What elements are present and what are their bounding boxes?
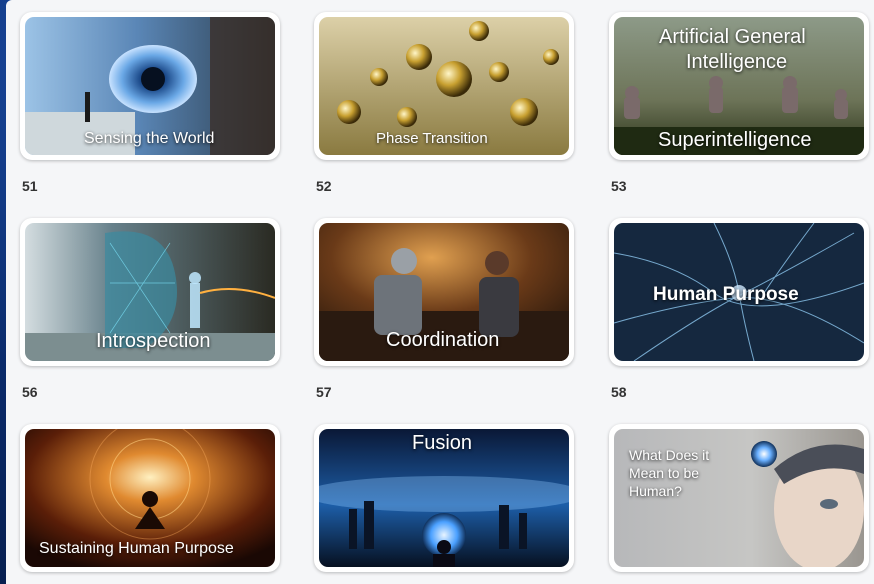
tile-caption: Human Purpose bbox=[653, 284, 799, 305]
tile-caption-top: Artificial General bbox=[659, 26, 806, 48]
tile-what-does-it-mean[interactable]: What Does it Mean to be Human? bbox=[609, 424, 869, 572]
tile-number: 53 bbox=[611, 178, 627, 194]
tile-caption: Introspection bbox=[96, 330, 211, 352]
tile-number: 58 bbox=[611, 384, 627, 400]
tile-53[interactable]: Artificial General Intelligence Superint… bbox=[609, 12, 869, 160]
tile-57[interactable]: Coordination bbox=[314, 218, 574, 366]
tile-number: 57 bbox=[316, 384, 332, 400]
tile-caption: Phase Transition bbox=[376, 130, 488, 147]
tile-56[interactable]: Introspection bbox=[20, 218, 280, 366]
tile-caption: What Does it bbox=[629, 447, 710, 463]
tile-caption: Sustaining Human Purpose bbox=[39, 540, 234, 557]
tile-51[interactable]: Sensing the World bbox=[20, 12, 280, 160]
tile-sustaining-human-purpose[interactable]: Sustaining Human Purpose bbox=[20, 424, 280, 572]
tile-number: 51 bbox=[22, 178, 38, 194]
tile-fusion[interactable]: Fusion bbox=[314, 424, 574, 572]
tile-caption: Fusion bbox=[412, 432, 473, 454]
tile-caption: Mean to be bbox=[629, 465, 700, 481]
tile-number: 52 bbox=[316, 178, 332, 194]
tile-caption: Superintelligence bbox=[658, 129, 812, 151]
tile-caption: Human? bbox=[629, 483, 682, 499]
tile-52[interactable]: Phase Transition bbox=[314, 12, 574, 160]
gallery-panel: Sensing the World 51 Phase Transition 52… bbox=[6, 0, 874, 584]
tile-caption-top: Intelligence bbox=[686, 51, 788, 73]
tile-58[interactable]: Human Purpose bbox=[609, 218, 869, 366]
tile-caption: Coordination bbox=[386, 329, 500, 351]
tile-number: 56 bbox=[22, 384, 38, 400]
tile-caption: Sensing the World bbox=[84, 130, 215, 147]
